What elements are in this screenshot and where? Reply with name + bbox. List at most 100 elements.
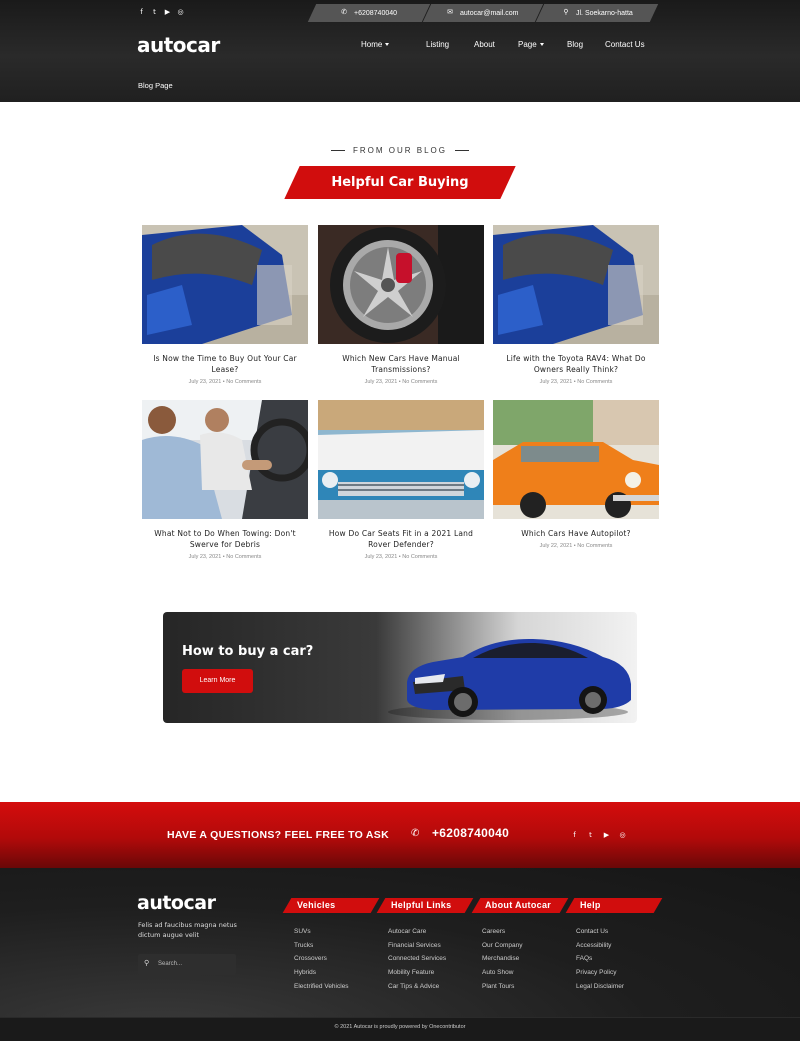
post-title[interactable]: How Do Car Seats Fit in a 2021 Land Rove… <box>318 528 484 550</box>
post-title-line: Which New Cars Have Manual <box>342 354 460 363</box>
footer-link[interactable]: Auto Show <box>482 969 513 976</box>
post-meta: July 23, 2021 • No Comments <box>364 379 438 385</box>
topbar-email[interactable]: ✉ autocar@mail.com <box>446 4 518 22</box>
kicker-line-left <box>330 150 345 152</box>
footer-search-input[interactable] <box>138 954 236 975</box>
post-meta: July 22, 2021 • No Comments <box>539 543 613 549</box>
footer-link[interactable]: Electrified Vehicles <box>294 983 349 990</box>
youtube-icon[interactable]: ▶ <box>164 8 171 16</box>
blog-card[interactable]: How Do Car Seats Fit in a 2021 Land Rove… <box>318 400 484 560</box>
instagram-icon[interactable]: ◎ <box>619 831 626 839</box>
post-title-line: Life with the Toyota RAV4: What Do <box>506 354 646 363</box>
topbar-email-text: autocar@mail.com <box>460 9 519 17</box>
footer-search-placeholder: Search... <box>158 961 183 967</box>
blog-card[interactable]: Life with the Toyota RAV4: What Do Owner… <box>493 225 659 385</box>
post-meta: July 23, 2021 • No Comments <box>539 379 613 385</box>
footer-link[interactable]: FAQs <box>576 955 592 962</box>
twitter-icon[interactable]: t <box>587 831 594 839</box>
post-title[interactable]: Is Now the Time to Buy Out Your Car Leas… <box>142 353 308 375</box>
instagram-icon[interactable]: ◎ <box>177 8 184 16</box>
post-title-line: Lease? <box>211 365 239 374</box>
kicker-line-right <box>455 150 470 152</box>
post-thumbnail[interactable] <box>142 400 308 519</box>
post-title-line: Rover Defender? <box>368 540 434 549</box>
nav-page-label: Page <box>518 40 537 49</box>
post-title[interactable]: Which Cars Have Autopilot? <box>493 528 659 539</box>
learn-more-button[interactable]: Learn More <box>182 669 253 693</box>
post-title-line: Swerve for Debris <box>189 540 261 549</box>
post-thumbnail[interactable] <box>493 225 659 344</box>
promo-banner <box>163 612 637 723</box>
footer-description: Felis ad faucibus magna netus dictum aug… <box>138 921 237 939</box>
footer-col-heading: Vehicles <box>297 900 336 910</box>
nav-page[interactable]: Page <box>518 40 567 49</box>
footer-link[interactable]: Contact Us <box>576 928 608 935</box>
post-thumbnail[interactable] <box>318 225 484 344</box>
footer-link[interactable]: Accessibility <box>576 942 611 949</box>
post-thumbnail[interactable] <box>318 400 484 519</box>
section-kicker-text: FROM OUR BLOG <box>352 146 447 155</box>
phone-icon: ✆ <box>411 828 420 839</box>
footer-link[interactable]: Trucks <box>294 942 313 949</box>
footer-link[interactable]: Connected Services <box>388 955 446 962</box>
post-thumbnail[interactable] <box>142 225 308 344</box>
topbar-phone-text: +6208740040 <box>354 9 398 17</box>
post-title[interactable]: Which New Cars Have Manual Transmissions… <box>318 353 484 375</box>
footer-link[interactable]: Autocar Care <box>388 928 426 935</box>
footer-link[interactable]: Plant Tours <box>482 983 514 990</box>
blog-card[interactable]: Which New Cars Have Manual Transmissions… <box>318 225 484 385</box>
nav-contact[interactable]: Contact Us <box>605 40 645 49</box>
youtube-icon[interactable]: ▶ <box>603 831 610 839</box>
footer-link[interactable]: Privacy Policy <box>576 969 616 976</box>
footer-link[interactable]: Mobility Feature <box>388 969 434 976</box>
cta-phone[interactable]: +6208740040 <box>432 826 509 840</box>
footer-logo[interactable]: autocar <box>137 892 216 914</box>
footer-link[interactable]: Hybrids <box>294 969 316 976</box>
site-logo[interactable]: autocar <box>137 33 220 57</box>
footer-link[interactable]: Crossovers <box>294 955 327 962</box>
section-title: Helpful Car Buying <box>331 175 469 190</box>
topbar-address: ⚲ Jl. Soekarno-hatta <box>562 4 633 22</box>
cta-band <box>0 802 800 868</box>
phone-icon: ✆ <box>341 9 347 16</box>
blog-card[interactable]: Is Now the Time to Buy Out Your Car Leas… <box>142 225 308 385</box>
cta-text: HAVE A QUESTIONS? FEEL FREE TO ASK <box>167 829 389 841</box>
top-social-links: f t ▶ ◎ <box>138 8 184 16</box>
footer-col-heading: Helpful Links <box>391 900 452 910</box>
search-icon: ⚲ <box>144 959 150 967</box>
post-title[interactable]: What Not to Do When Towing: Don't Swerve… <box>142 528 308 550</box>
footer-link[interactable]: Legal Disclaimer <box>576 983 624 990</box>
blog-card[interactable]: What Not to Do When Towing: Don't Swerve… <box>142 400 308 560</box>
post-meta: July 23, 2021 • No Comments <box>364 554 438 560</box>
topbar-phone[interactable]: ✆ +6208740040 <box>340 4 397 22</box>
post-thumbnail[interactable] <box>493 400 659 519</box>
cta-social-links: f t ▶ ◎ <box>571 831 626 839</box>
footer-link[interactable]: Our Company <box>482 942 522 949</box>
topbar-address-text: Jl. Soekarno-hatta <box>576 9 633 17</box>
nav-about[interactable]: About <box>474 40 518 49</box>
nav-blog-label: Blog <box>567 40 584 49</box>
nav-blog[interactable]: Blog <box>567 40 605 49</box>
footer-link[interactable]: Financial Services <box>388 942 441 949</box>
footer-link[interactable]: Merchandise <box>482 955 519 962</box>
footer-link[interactable]: SUVs <box>294 928 311 935</box>
post-meta: July 23, 2021 • No Comments <box>188 379 262 385</box>
nav-listing[interactable]: Listing <box>426 40 474 49</box>
post-title[interactable]: Life with the Toyota RAV4: What Do Owner… <box>493 353 659 375</box>
location-pin-icon: ⚲ <box>563 9 569 16</box>
page: f t ▶ ◎ ✆ +6208740040 ✉ autocar@mail.com… <box>0 0 800 1041</box>
post-title-line: What Not to Do When Towing: Don't <box>154 529 296 538</box>
footer-link[interactable]: Car Tips & Advice <box>388 983 439 990</box>
facebook-icon[interactable]: f <box>571 831 578 839</box>
chevron-down-icon <box>385 43 390 46</box>
footer-link[interactable]: Careers <box>482 928 505 935</box>
promo-title: How to buy a car? <box>182 644 314 659</box>
nav-home[interactable]: Home <box>361 40 426 49</box>
facebook-icon[interactable]: f <box>138 8 145 16</box>
breadcrumb: Blog Page <box>138 81 173 90</box>
post-meta: July 23, 2021 • No Comments <box>188 554 262 560</box>
nav-about-label: About <box>474 40 495 49</box>
blog-card[interactable]: Which Cars Have Autopilot? July 22, 2021… <box>493 400 659 560</box>
twitter-icon[interactable]: t <box>151 8 158 16</box>
footer-col-heading: Help <box>580 900 601 910</box>
